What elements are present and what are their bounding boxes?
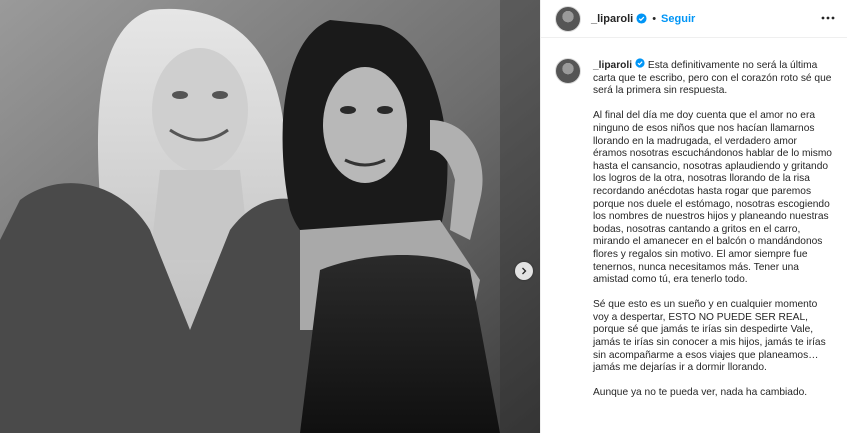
more-options-icon[interactable] bbox=[821, 11, 835, 30]
post-photo[interactable] bbox=[0, 0, 540, 433]
photo-illustration bbox=[0, 0, 540, 433]
caption-paragraph-4: Aunque ya no te pueda ver, nada ha cambi… bbox=[593, 387, 808, 399]
header-username[interactable]: _liparoli bbox=[591, 13, 633, 25]
caption-avatar[interactable] bbox=[555, 58, 581, 84]
caption-username[interactable]: _liparoli bbox=[593, 60, 632, 71]
caption-text: _liparoli Esta definitivamente no será l… bbox=[593, 58, 833, 413]
chevron-right-icon bbox=[522, 267, 527, 275]
caption-paragraph-2: Al final del día me doy cuenta que el am… bbox=[593, 110, 832, 286]
verified-badge-icon bbox=[635, 58, 645, 68]
separator-dot: • bbox=[652, 12, 657, 25]
verified-badge-icon bbox=[636, 13, 647, 24]
avatar[interactable] bbox=[555, 5, 581, 32]
follow-button[interactable]: Seguir bbox=[661, 13, 695, 25]
caption-paragraph-3: Sé que esto es un sueño y en cualquier m… bbox=[593, 299, 826, 374]
caption-row: _liparoli Esta definitivamente no será l… bbox=[541, 38, 847, 413]
caption-paragraph: _liparoli Esta definitivamente no será l… bbox=[593, 58, 833, 98]
post-side-panel: _liparoli • Seguir _liparoli Esta defini… bbox=[540, 0, 847, 433]
post-header: _liparoli • Seguir bbox=[541, 0, 847, 38]
next-photo-button[interactable] bbox=[515, 262, 533, 280]
